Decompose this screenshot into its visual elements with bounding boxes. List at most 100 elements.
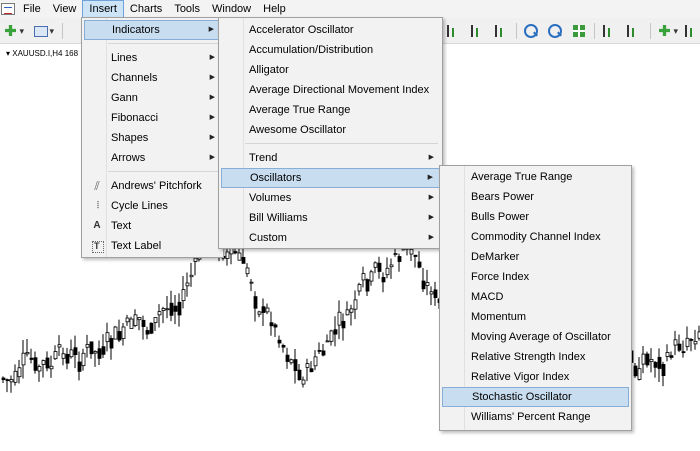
- candle-body: [433, 289, 438, 298]
- candle-body: [105, 332, 110, 343]
- oscillators-item-commodity-channel-index[interactable]: Commodity Channel Index: [442, 227, 629, 247]
- candle-body: [261, 306, 266, 313]
- candle-body: [73, 347, 78, 356]
- indicators-list-icon[interactable]: [656, 22, 678, 40]
- candle-body: [297, 369, 302, 381]
- oscillators-item-bulls-power[interactable]: Bulls Power: [442, 207, 629, 227]
- indicators-item-custom[interactable]: Custom ▶: [221, 228, 440, 248]
- insert-item-lines[interactable]: Lines ▶: [84, 48, 221, 68]
- oscillators-item-demarker[interactable]: DeMarker: [442, 247, 629, 267]
- insert-item-gann[interactable]: Gann ▶: [84, 88, 221, 108]
- indicators-item-alligator[interactable]: Alligator: [221, 60, 440, 80]
- profiles-icon[interactable]: [32, 22, 54, 40]
- line-chart-icon[interactable]: [492, 22, 510, 40]
- indicators-item-oscillators[interactable]: Oscillators ▶: [221, 168, 440, 188]
- menu-item-label: Momentum: [471, 311, 527, 323]
- submenu-arrow-icon: ▶: [209, 54, 215, 61]
- menu-item-label: Relative Strength Index: [471, 351, 586, 363]
- oscillators-item-force-index[interactable]: Force Index: [442, 267, 629, 287]
- candle-body: [669, 355, 674, 358]
- candle-body: [317, 349, 322, 352]
- insert-item-text[interactable]: A Text: [84, 216, 221, 236]
- candlestick-icon[interactable]: [468, 22, 486, 40]
- menu-charts[interactable]: Charts: [124, 0, 168, 18]
- oscillators-item-stochastic-oscillator[interactable]: Stochastic Oscillator: [442, 387, 629, 407]
- candle-body: [33, 357, 38, 371]
- menu-separator: [245, 143, 438, 144]
- zoom-in-icon[interactable]: [522, 22, 540, 40]
- insert-item-cycle-lines[interactable]: Cycle Lines: [84, 196, 221, 216]
- menu-item-label: Accelerator Oscillator: [249, 24, 354, 36]
- indicators-item-accelerator-oscillator[interactable]: Accelerator Oscillator: [221, 20, 440, 40]
- menu-window[interactable]: Window: [206, 0, 257, 18]
- menu-help[interactable]: Help: [257, 0, 292, 18]
- indicators-item-bill-williams[interactable]: Bill Williams ▶: [221, 208, 440, 228]
- indicators-item-accumulation-distribution[interactable]: Accumulation/Distribution: [221, 40, 440, 60]
- candle-body: [85, 344, 90, 348]
- menu-insert[interactable]: Insert: [82, 0, 124, 18]
- insert-item-andrews-pitchfork[interactable]: Andrews' Pitchfork: [84, 176, 221, 196]
- candle-body: [413, 254, 418, 257]
- menu-item-label: Awesome Oscillator: [249, 124, 346, 136]
- candle-body: [237, 252, 242, 261]
- candle-body: [377, 262, 382, 272]
- chart-shift-icon[interactable]: [600, 22, 618, 40]
- menu-file[interactable]: File: [17, 0, 47, 18]
- oscillators-item-relative-vigor-index[interactable]: Relative Vigor Index: [442, 367, 629, 387]
- indicators-item-average-directional-movement-index[interactable]: Average Directional Movement Index: [221, 80, 440, 100]
- bar-chart-icon[interactable]: [444, 22, 462, 40]
- candle-body: [69, 349, 74, 358]
- candle-body: [409, 248, 414, 255]
- oscillators-item-williams-percent-range[interactable]: Williams' Percent Range: [442, 407, 629, 427]
- candle-body: [269, 322, 274, 327]
- oscillators-item-average-true-range[interactable]: Average True Range: [442, 167, 629, 187]
- submenu-arrow-icon: ▶: [428, 194, 434, 201]
- submenu-arrow-icon: ▶: [209, 114, 215, 121]
- tile-windows-icon[interactable]: [570, 22, 588, 40]
- oscillators-item-macd[interactable]: MACD: [442, 287, 629, 307]
- candle-body: [309, 368, 314, 373]
- oscillators-item-relative-strength-index[interactable]: Relative Strength Index: [442, 347, 629, 367]
- oscillators-item-momentum[interactable]: Momentum: [442, 307, 629, 327]
- app-icon[interactable]: [1, 3, 15, 15]
- candle-body: [61, 353, 66, 359]
- menu-view[interactable]: View: [47, 0, 83, 18]
- menu-item-label: Channels: [111, 72, 158, 84]
- period-icon[interactable]: [682, 22, 700, 40]
- candle-body: [49, 365, 54, 370]
- candle-body: [65, 353, 70, 364]
- insert-item-fibonacci[interactable]: Fibonacci ▶: [84, 108, 221, 128]
- candle-body: [241, 257, 246, 264]
- cycle-lines-icon: [90, 199, 104, 213]
- auto-scroll-icon[interactable]: [624, 22, 642, 40]
- candle-body: [161, 308, 166, 311]
- oscillators-item-moving-average-of-oscillator[interactable]: Moving Average of Oscillator: [442, 327, 629, 347]
- candle-body: [657, 356, 662, 369]
- insert-item-shapes[interactable]: Shapes ▶: [84, 128, 221, 148]
- candle-body: [141, 319, 146, 327]
- candle-body: [361, 273, 366, 281]
- indicators-item-trend[interactable]: Trend ▶: [221, 148, 440, 168]
- candle-body: [101, 346, 106, 355]
- menu-tools[interactable]: Tools: [168, 0, 206, 18]
- candle-body: [653, 361, 658, 368]
- indicators-item-average-true-range[interactable]: Average True Range: [221, 100, 440, 120]
- candle-body: [685, 337, 690, 347]
- insert-item-indicators[interactable]: Indicators ▶: [84, 20, 221, 40]
- indicators-item-volumes[interactable]: Volumes ▶: [221, 188, 440, 208]
- new-chart-icon[interactable]: [2, 22, 24, 40]
- insert-item-text-label[interactable]: Text Label: [84, 236, 221, 256]
- candle-body: [245, 267, 250, 275]
- menu-item-label: Relative Vigor Index: [471, 371, 570, 383]
- oscillators-item-bears-power[interactable]: Bears Power: [442, 187, 629, 207]
- insert-item-channels[interactable]: Channels ▶: [84, 68, 221, 88]
- candle-body: [189, 274, 194, 278]
- menu-item-label: Williams' Percent Range: [471, 411, 591, 423]
- indicators-item-awesome-oscillator[interactable]: Awesome Oscillator: [221, 120, 440, 140]
- candle-body: [321, 350, 326, 356]
- candle-body: [641, 353, 646, 365]
- menu-bar: File View Insert Charts Tools Window Hel…: [0, 0, 700, 18]
- candle-body: [93, 351, 98, 354]
- insert-item-arrows[interactable]: Arrows ▶: [84, 148, 221, 168]
- zoom-out-icon[interactable]: [546, 22, 564, 40]
